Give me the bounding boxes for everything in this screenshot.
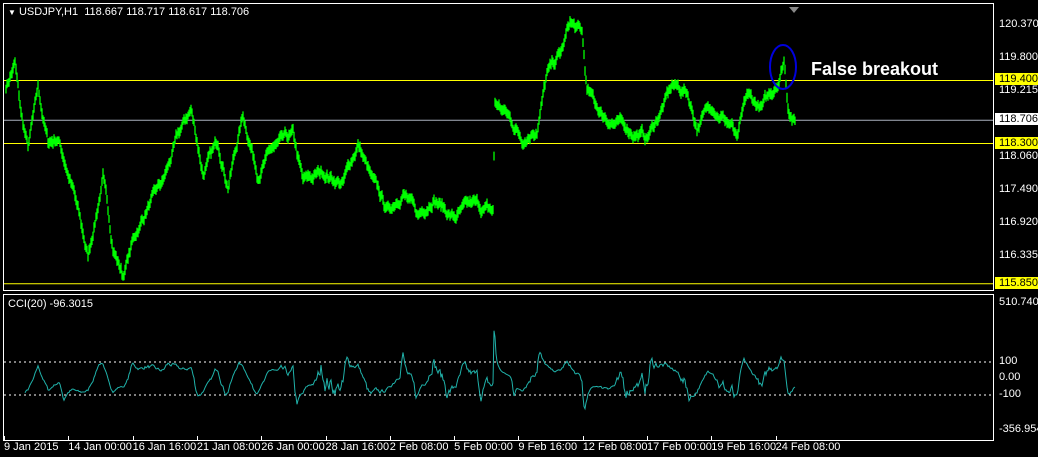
time-tick-mark [454,436,456,440]
time-tick-mark [325,436,327,440]
time-tick: 2 Feb 08:00 [389,441,449,453]
time-tick: 14 Jan 00:00 [68,441,132,453]
price-tick: 120.370 [999,18,1038,30]
cci-label: CCI(20) -96.3015 [8,298,93,310]
symbol-label: USDJPY,H1 [18,6,79,18]
false-breakout-annotation: False breakout [811,59,939,79]
price-bars [5,16,796,281]
cci-tick: -356.9542 [999,423,1038,435]
support-level-tag: 118.300 [995,137,1038,149]
time-tick-mark [389,436,391,440]
time-tick-mark [4,436,5,440]
cci-indicator-pane[interactable] [3,294,994,441]
low-level-tag: 115.850 [995,277,1038,289]
time-tick: 24 Feb 08:00 [775,441,841,453]
time-tick-mark [582,436,584,440]
time-tick: 17 Feb 00:00 [647,441,712,453]
price-tick: 116.920 [999,216,1038,228]
price-chart [4,7,993,285]
price-tick: 116.335 [999,249,1038,261]
price-tick: 118.060 [999,150,1038,162]
time-tick: 28 Jan 16:00 [325,441,390,453]
time-tick-mark [68,436,70,440]
price-chart-pane[interactable] [3,3,994,291]
time-tick-mark [711,436,713,440]
cci-line [24,330,796,411]
time-tick: 5 Feb 00:00 [454,441,513,453]
cci-tick: 100 [999,355,1018,367]
price-tick: 117.490 [999,183,1038,195]
current-price-tag: 118.706 [995,113,1038,125]
time-tick: 9 Feb 16:00 [518,441,578,453]
cci-tick: -100 [999,388,1022,400]
ohlc-values: 118.667 118.717 118.617 118.706 [84,6,250,18]
time-tick: 21 Jan 08:00 [196,441,261,453]
time-tick: 12 Feb 08:00 [582,441,648,453]
cci-tick: 510.7409 [999,296,1038,308]
time-tick: 19 Feb 16:00 [711,441,777,453]
time-tick: 16 Jan 16:00 [132,441,197,453]
price-tick: 119.215 [999,84,1038,96]
time-tick-mark [647,436,648,440]
cci-tick: 0.00 [999,371,1021,383]
time-tick: 26 Jan 00:00 [261,441,325,453]
time-tick-mark [196,436,198,440]
cci-chart [4,330,993,411]
time-tick-mark [132,436,134,440]
chart-shift-marker-icon [789,7,799,13]
menu-triangle-icon[interactable]: ▼ [8,8,16,17]
price-tick: 119.800 [999,51,1038,63]
time-tick-mark [261,436,263,440]
time-tick: 9 Jan 2015 [4,441,59,453]
resistance-level-tag: 119.400 [995,73,1038,85]
time-tick-mark [518,436,520,440]
time-tick-mark [775,436,777,440]
chart-header: ▼ USDJPY,H1 118.667 118.717 118.617 118.… [8,6,249,18]
